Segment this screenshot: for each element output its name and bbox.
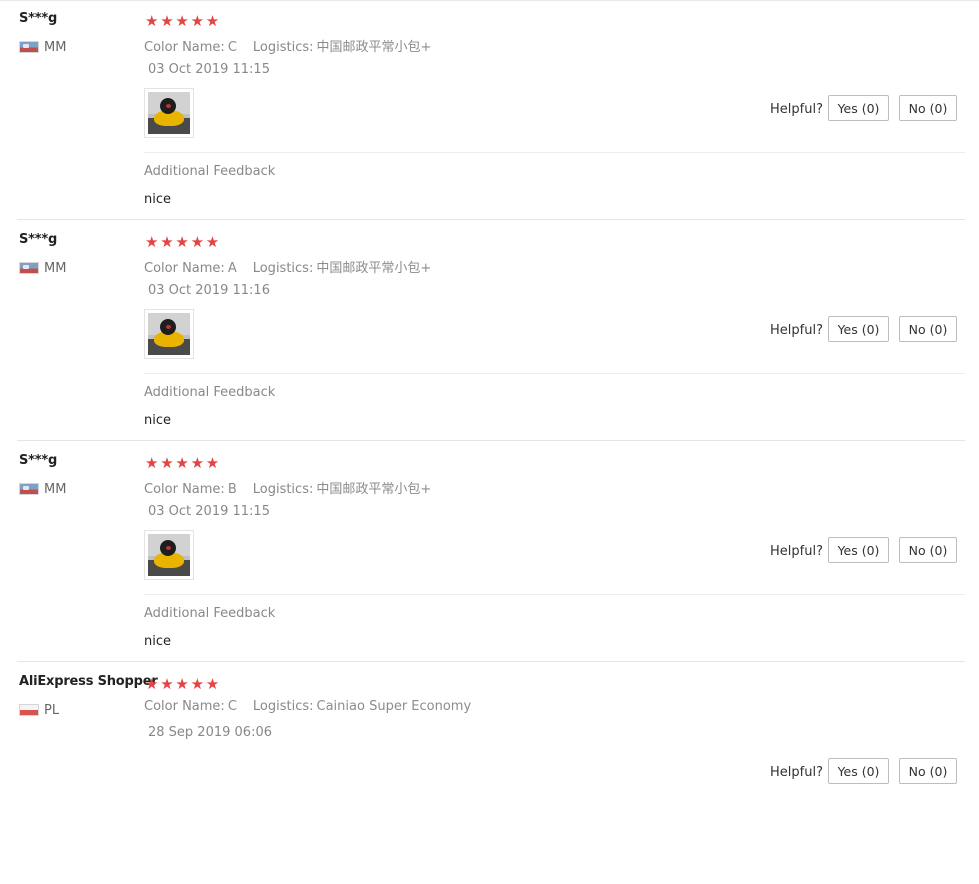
reviewer-name: S***g (19, 453, 58, 468)
helpful-yes-button[interactable]: Yes (0) (828, 758, 889, 784)
color-name-value: A (227, 261, 237, 276)
review-item: S***g MM ★ ★ ★ ★ ★ Color Name: C Logistics… (0, 0, 979, 221)
color-name-label: Color Name: (144, 699, 225, 714)
order-info: Color Name: C Logistics: 中国邮政平常小包+ (144, 36, 431, 55)
review-item: AliExpress Shopper PL ★ ★ ★ ★ ★ Color Na… (0, 663, 979, 884)
additional-feedback-label: Additional Feedback (144, 164, 276, 179)
logistics-value: 中国邮政平常小包+ (316, 261, 432, 276)
additional-feedback-label: Additional Feedback (144, 385, 276, 400)
star-icon: ★ (160, 233, 174, 251)
review-divider (17, 219, 965, 220)
logistics-label: Logistics: (252, 482, 314, 497)
star-icon: ★ (175, 233, 189, 251)
helpful-no-button[interactable]: No (0) (899, 758, 957, 784)
country-code: MM (44, 39, 67, 55)
logistics-label: Logistics: (252, 261, 314, 276)
star-icon: ★ (160, 454, 174, 472)
additional-feedback-text: nice (144, 413, 171, 428)
additional-feedback-text: nice (144, 634, 171, 649)
color-name-label: Color Name: (144, 40, 225, 55)
color-name-value: C (227, 40, 237, 55)
helpful-label: Helpful? (770, 323, 823, 338)
reviewer-name: S***g (19, 11, 58, 26)
reviewer-country: MM (19, 259, 66, 277)
star-icon: ★ (145, 233, 159, 251)
poland-flag-icon (19, 704, 39, 716)
additional-feedback-label: Additional Feedback (144, 606, 276, 621)
feedback-divider (144, 594, 965, 595)
additional-feedback-text: nice (144, 192, 171, 207)
country-code: MM (44, 260, 67, 276)
logistics-value: 中国邮政平常小包+ (316, 482, 432, 497)
star-icon: ★ (205, 233, 220, 251)
color-name-value: C (227, 699, 237, 714)
myanmar-flag-icon (19, 41, 39, 53)
star-icon: ★ (145, 454, 159, 472)
color-name-value: B (227, 482, 237, 497)
helpful-no-button[interactable]: No (0) (899, 537, 957, 563)
myanmar-flag-icon (19, 483, 39, 495)
star-rating: ★ ★ ★ ★ ★ (145, 454, 221, 472)
order-info: Color Name: C Logistics: Cainiao Super Econ… (144, 699, 471, 714)
order-info: Color Name: A Logistics: 中国邮政平常小包+ (144, 257, 431, 276)
review-photo-thumbnail[interactable] (144, 530, 194, 580)
helpful-yes-button[interactable]: Yes (0) (828, 95, 889, 121)
review-date: 28 Sep 2019 06:06 (148, 725, 272, 740)
star-icon: ★ (160, 675, 174, 693)
review-date: 03 Oct 2019 11:15 (148, 62, 270, 77)
star-icon: ★ (205, 12, 220, 30)
logistics-value: Cainiao Super Economy (316, 699, 472, 714)
star-rating: ★ ★ ★ ★ ★ (145, 233, 221, 251)
star-icon: ★ (175, 12, 189, 30)
helpful-yes-button[interactable]: Yes (0) (828, 537, 889, 563)
logistics-label: Logistics: (252, 40, 314, 55)
star-icon: ★ (205, 675, 220, 693)
star-icon: ★ (175, 454, 189, 472)
reviewer-country: PL (19, 701, 59, 719)
helpful-label: Helpful? (770, 765, 823, 780)
feedback-list: S***g MM ★ ★ ★ ★ ★ Color Name: C Logistics… (0, 0, 979, 784)
country-code: MM (44, 481, 67, 497)
review-item: S***g MM ★ ★ ★ ★ ★ Color Name: B Logistics… (0, 442, 979, 663)
logistics-label: Logistics: (252, 699, 314, 714)
star-rating: ★ ★ ★ ★ ★ (145, 675, 221, 693)
review-photo-thumbnail[interactable] (144, 88, 194, 138)
color-name-label: Color Name: (144, 482, 225, 497)
logistics-value: 中国邮政平常小包+ (316, 40, 432, 55)
review-divider (17, 440, 965, 441)
reviewer-name: AliExpress Shopper (19, 674, 158, 689)
star-icon: ★ (205, 454, 220, 472)
reviewer-country: MM (19, 38, 66, 56)
helpful-yes-button[interactable]: Yes (0) (828, 316, 889, 342)
review-item: S***g MM ★ ★ ★ ★ ★ Color Name: A Logistics… (0, 221, 979, 442)
helpful-label: Helpful? (770, 544, 823, 559)
reviewer-country: MM (19, 480, 66, 498)
star-icon: ★ (190, 233, 205, 251)
star-icon: ★ (145, 675, 159, 693)
color-name-label: Color Name: (144, 261, 225, 276)
review-photo-thumbnail[interactable] (144, 309, 194, 359)
reviewer-name: S***g (19, 232, 58, 247)
helpful-label: Helpful? (770, 102, 823, 117)
helpful-no-button[interactable]: No (0) (899, 95, 957, 121)
star-icon: ★ (190, 12, 205, 30)
star-icon: ★ (190, 454, 205, 472)
feedback-divider (144, 152, 965, 153)
star-icon: ★ (160, 12, 174, 30)
helpful-no-button[interactable]: No (0) (899, 316, 957, 342)
star-icon: ★ (145, 12, 159, 30)
review-date: 03 Oct 2019 11:16 (148, 283, 270, 298)
country-code: PL (44, 702, 60, 718)
myanmar-flag-icon (19, 262, 39, 274)
star-icon: ★ (190, 675, 205, 693)
star-icon: ★ (175, 675, 189, 693)
order-info: Color Name: B Logistics: 中国邮政平常小包+ (144, 478, 431, 497)
feedback-divider (144, 373, 965, 374)
review-date: 03 Oct 2019 11:15 (148, 504, 270, 519)
review-divider (17, 661, 965, 662)
star-rating: ★ ★ ★ ★ ★ (145, 12, 221, 30)
